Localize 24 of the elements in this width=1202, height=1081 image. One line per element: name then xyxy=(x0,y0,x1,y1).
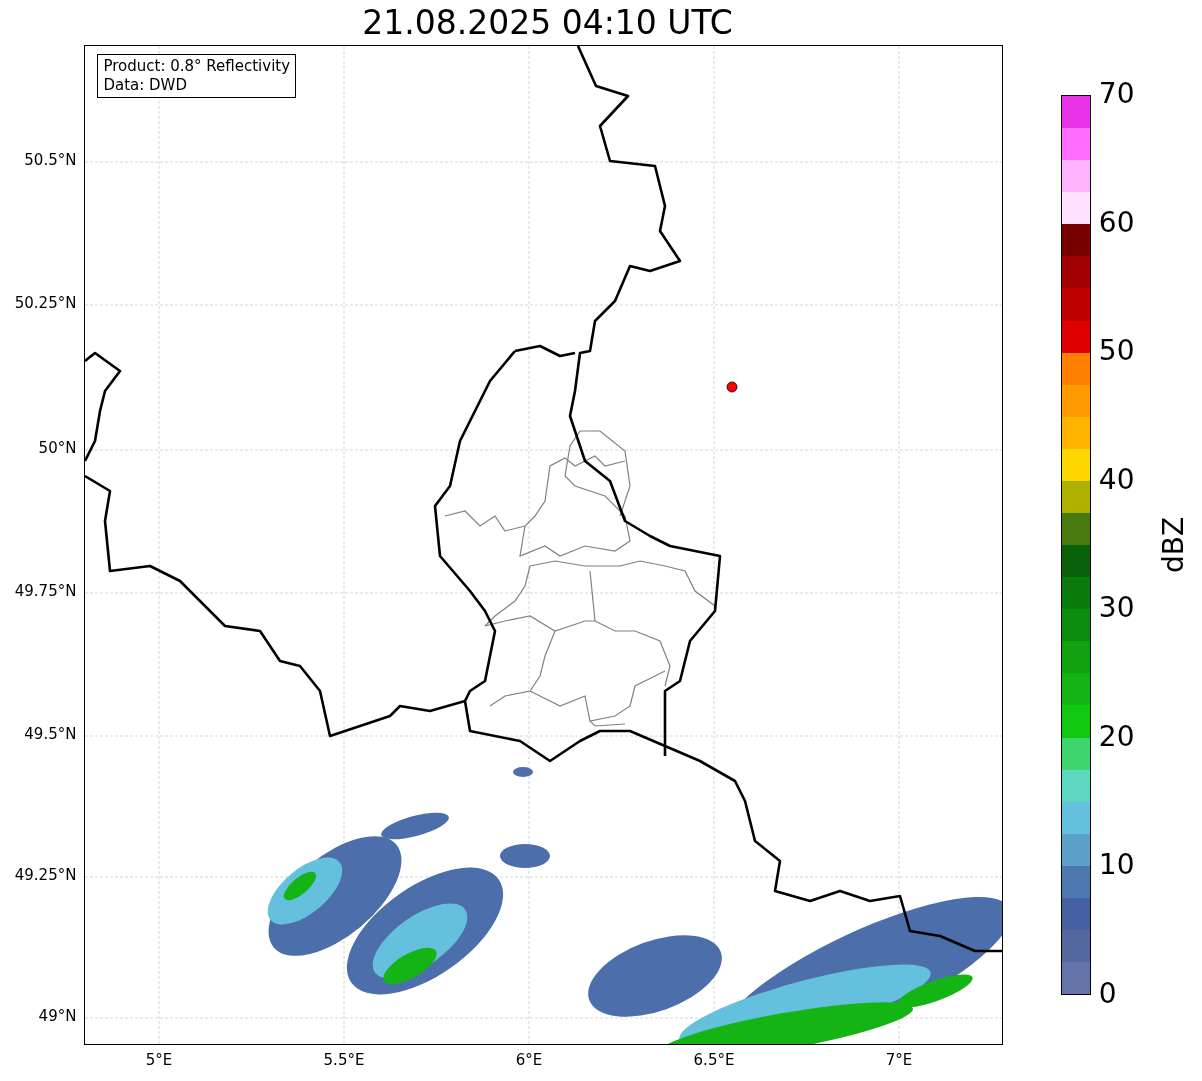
longitude-label: 6.5°E xyxy=(692,1053,736,1068)
latitude-label: 50.25°N xyxy=(14,296,77,311)
latitude-label: 50.5°N xyxy=(24,153,77,168)
longitude-label: 5°E xyxy=(144,1053,174,1068)
colorbar-tick-label: 10 xyxy=(1098,851,1135,880)
colorbar-tick-label: 20 xyxy=(1098,722,1135,751)
colorbar-tick-label: 70 xyxy=(1098,80,1135,108)
latitude-label: 49°N xyxy=(38,1009,77,1024)
latitude-label: 49.75°N xyxy=(14,584,77,599)
longitude-label: 6°E xyxy=(514,1053,544,1068)
colorbar-tick-label: 0 xyxy=(1098,980,1117,1008)
colorbar-tick-label: 50 xyxy=(1098,337,1135,366)
info-text: Data: DWD xyxy=(103,76,188,95)
longitude-label: 5.5°E xyxy=(322,1053,366,1068)
latitude-label: 49.5°N xyxy=(24,727,77,742)
colorbar-label: dBZ xyxy=(1159,516,1188,574)
colorbar-tick-label: 60 xyxy=(1098,208,1135,237)
latitude-label: 49.25°N xyxy=(14,868,77,883)
latitude-label: 50°N xyxy=(38,441,77,456)
colorbar-tick-label: 30 xyxy=(1098,594,1135,623)
longitude-label: 7°E xyxy=(884,1053,914,1068)
colorbar-tick-label: 40 xyxy=(1098,465,1135,494)
chart-title: 21.08.2025 04:10 UTC xyxy=(362,6,733,39)
info-text: Product: 0.8° Reflectivity xyxy=(103,57,291,76)
